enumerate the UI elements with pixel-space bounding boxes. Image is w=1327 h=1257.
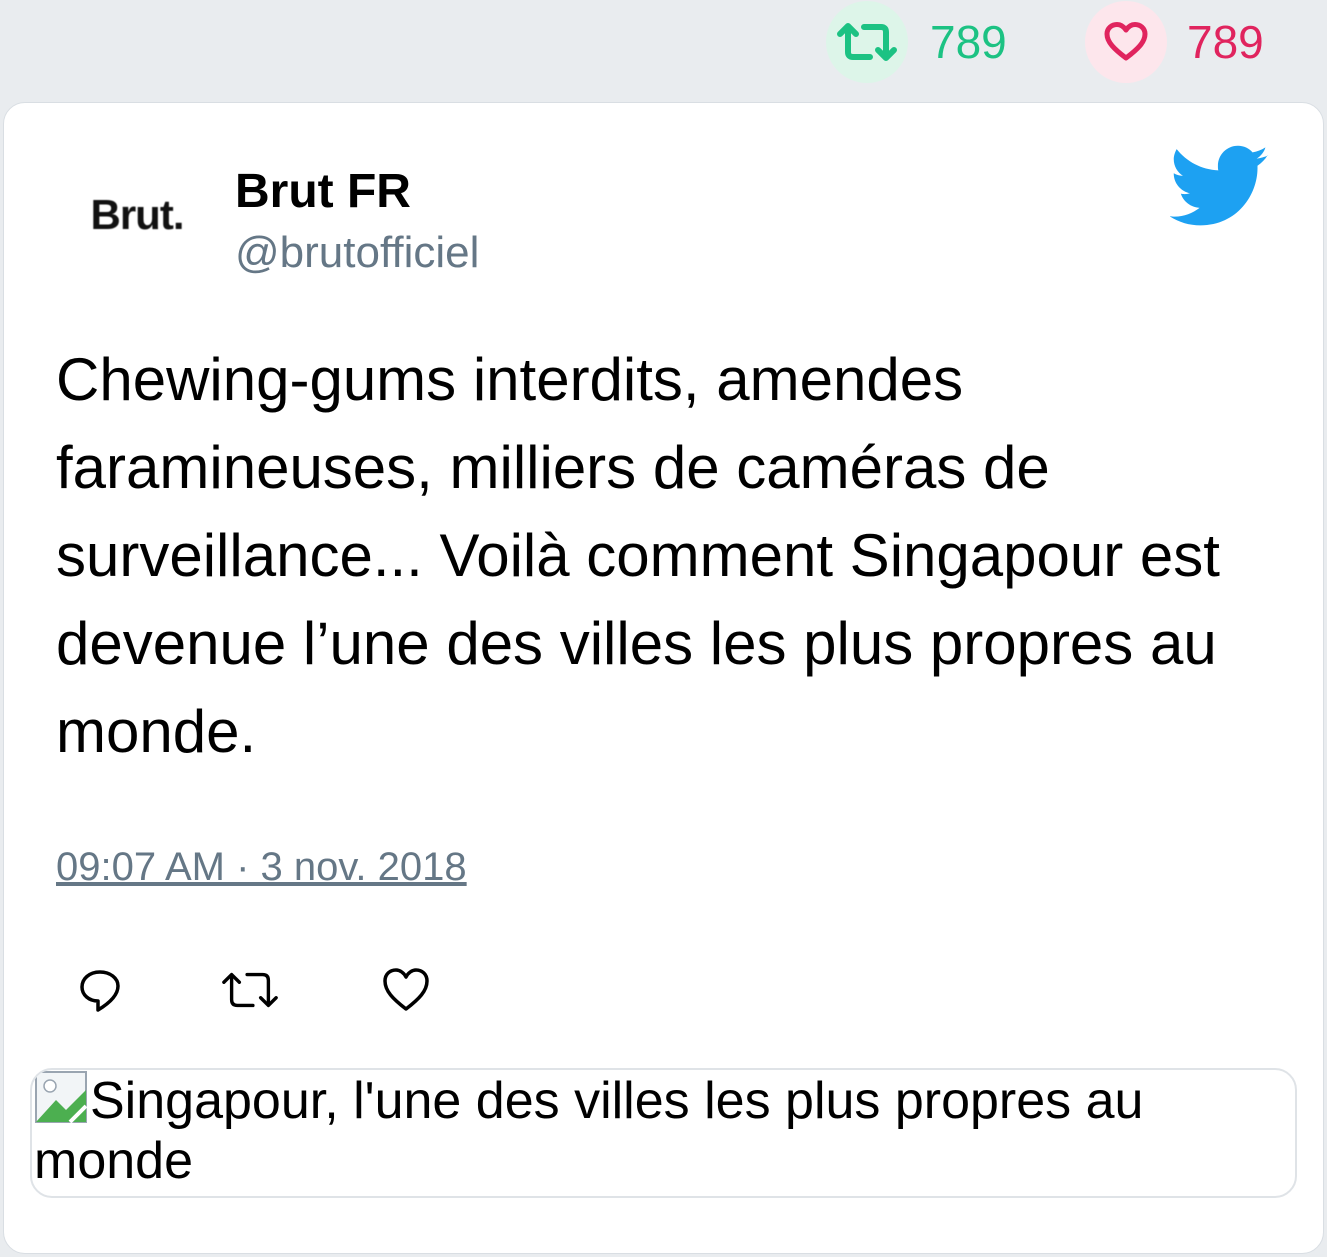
avatar-logo-text: Brut. <box>90 191 185 238</box>
heart-icon <box>383 968 429 1011</box>
broken-image-icon <box>35 1071 88 1124</box>
retweet-count: 789 <box>930 16 1007 68</box>
author-handle[interactable]: @brutofficiel <box>235 228 479 278</box>
media-preview[interactable]: Singapour, l'une des villes les plus pro… <box>30 1068 1297 1198</box>
retweet-icon <box>222 972 278 1008</box>
like-stat[interactable]: 789 <box>1085 0 1264 84</box>
heart-icon[interactable] <box>1085 1 1167 83</box>
tweet-text: Chewing-gums interdits, amendes faramine… <box>56 346 1220 765</box>
retweet-icon[interactable] <box>826 1 908 83</box>
retweet-button[interactable] <box>220 960 280 1020</box>
avatar[interactable]: Brut. <box>72 160 202 270</box>
twitter-bird-icon[interactable] <box>1169 145 1270 229</box>
reply-button[interactable] <box>70 960 130 1020</box>
like-count: 789 <box>1187 16 1264 68</box>
like-button[interactable] <box>376 960 436 1020</box>
author-name[interactable]: Brut FR <box>235 164 411 219</box>
top-stats-bar: 789 789 <box>0 0 1327 100</box>
media-alt-text: Singapour, l'une des villes les plus pro… <box>34 1072 1144 1190</box>
tweet-timestamp-link[interactable]: 09:07 AM · 3 nov. 2018 <box>56 845 467 890</box>
reply-icon <box>80 970 120 1012</box>
retweet-stat[interactable]: 789 <box>826 0 1007 84</box>
